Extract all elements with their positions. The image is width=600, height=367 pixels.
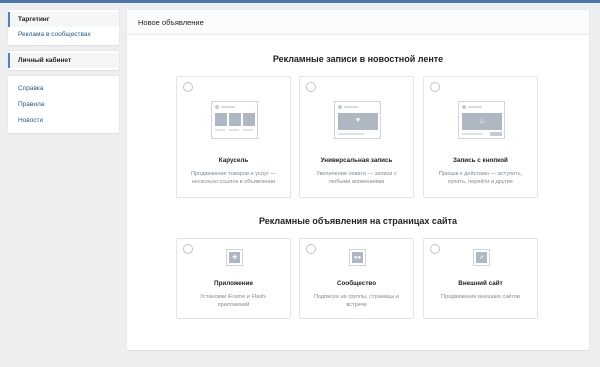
radio-button-post[interactable] xyxy=(430,82,440,92)
radio-universal-post[interactable] xyxy=(306,82,316,92)
ad-format-card-external-site[interactable]: ➚ Внешний сайт Продвижение внешних сайто… xyxy=(423,238,538,319)
gamepad-icon: ✚ xyxy=(226,249,243,266)
card-label: Запись с кнопкой xyxy=(453,157,508,164)
card-label: Приложение xyxy=(214,280,253,287)
illustration-avatar xyxy=(215,105,219,109)
radio-carousel[interactable] xyxy=(183,82,193,92)
illustration-header-line xyxy=(468,106,482,108)
sidebar-group-ads: Таргетинг Реклама в сообществах xyxy=(8,10,119,45)
card-description: Призыв к действию — вступить, купить, пе… xyxy=(438,171,523,185)
illustration-caption-line xyxy=(215,129,225,131)
radio-community[interactable] xyxy=(306,244,316,254)
heart-post-icon: ♥ xyxy=(334,101,381,139)
radio-application[interactable] xyxy=(183,244,193,254)
illustration-caption-line xyxy=(229,129,239,131)
sidebar-item-rules[interactable]: Правила xyxy=(8,97,119,113)
illustration-header-line xyxy=(221,106,235,108)
card-label: Внешний сайт xyxy=(458,280,503,287)
sidebar-item-personal-account[interactable]: Личный кабинет xyxy=(8,53,119,68)
ad-format-card-carousel[interactable]: Карусель Продвижение товаров и услуг — н… xyxy=(176,76,291,198)
illustration-caption-line xyxy=(462,133,482,135)
illustration-avatar xyxy=(338,105,342,109)
card-label: Карусель xyxy=(218,157,249,164)
card-description: Продвижение товаров и услуг — несколько … xyxy=(190,171,277,185)
sidebar-group-info: Справка Правила Новости xyxy=(8,76,119,133)
external-link-icon: ➚ xyxy=(473,249,490,266)
top-bar xyxy=(0,0,600,3)
card-description: Увеличение охвата — записи с любыми влож… xyxy=(316,171,397,185)
heart-icon: ♥ xyxy=(355,117,361,124)
section-title-site: Рекламные объявления на страницах сайта xyxy=(259,216,457,226)
illustration-caption-line xyxy=(338,133,364,135)
card-description: Установки iFrame и Flash-приложений xyxy=(199,294,268,308)
illustration-slide xyxy=(215,113,227,126)
card-label: Сообщество xyxy=(336,280,377,287)
ad-format-card-button-post[interactable]: ♨ Запись с кнопкой Призыв к действию — в… xyxy=(423,76,538,198)
sidebar-group-account: Личный кабинет xyxy=(8,51,119,70)
gamepad-glyph: ✚ xyxy=(229,252,240,263)
illustration-button xyxy=(490,132,502,136)
fire-post-icon: ♨ xyxy=(458,101,505,139)
ad-format-card-community[interactable]: ●● Сообщество Подписка на группы, страни… xyxy=(299,238,414,319)
fire-icon: ♨ xyxy=(478,118,486,125)
page-title: Новое объявление xyxy=(138,18,204,27)
illustration-slide xyxy=(243,113,255,126)
users-glyph: ●● xyxy=(352,252,363,263)
carousel-icon xyxy=(211,101,258,139)
sidebar-item-help[interactable]: Справка xyxy=(8,81,119,97)
illustration-header-line xyxy=(344,106,358,108)
main-header: Новое объявление xyxy=(127,10,589,35)
sidebar: Таргетинг Реклама в сообществах Личный к… xyxy=(8,10,119,139)
radio-external-site[interactable] xyxy=(430,244,440,254)
card-description: Продвижение внешних сайтов xyxy=(440,294,521,300)
illustration-slide xyxy=(229,113,241,126)
ad-format-card-universal-post[interactable]: ♥ Универсальная запись Увеличение охвата… xyxy=(299,76,414,198)
card-description: Подписка на группы, страницы и встречи xyxy=(314,294,399,308)
card-label: Универсальная запись xyxy=(320,157,393,164)
section-title-feed: Рекламные записи в новостной ленте xyxy=(272,54,444,64)
users-icon: ●● xyxy=(349,249,366,266)
illustration-caption-line xyxy=(243,129,253,131)
main-panel: Новое объявление Рекламные записи в ново… xyxy=(127,10,589,350)
illustration-avatar xyxy=(462,105,466,109)
sidebar-item-news[interactable]: Новости xyxy=(8,113,119,129)
sidebar-item-targeting[interactable]: Таргетинг xyxy=(8,12,119,27)
sidebar-item-community-ads[interactable]: Реклама в сообществах xyxy=(8,27,119,42)
ad-format-card-application[interactable]: ✚ Приложение Установки iFrame и Flash-пр… xyxy=(176,238,291,319)
arrow-glyph: ➚ xyxy=(476,252,487,263)
